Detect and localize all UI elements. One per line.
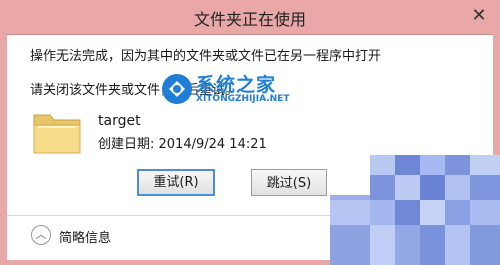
error-message: 操作无法完成，因为其中的文件夹或文件已在另一程序中打开 <box>30 49 382 64</box>
file-name: target <box>98 113 141 129</box>
file-created-date: 创建日期: 2014/9/24 14:21 <box>98 137 267 152</box>
watermark-site: XITONGZHIJIA.NET <box>196 94 290 104</box>
title-bar: 文件夹正在使用 ✕ <box>0 0 500 34</box>
dialog-title: 文件夹正在使用 <box>193 10 306 29</box>
watermark-brand: 系统之家 <box>196 74 277 96</box>
pixelated-corner-overlay <box>330 155 500 265</box>
watermark: 系统之家 XITONGZHIJIA.NET <box>160 70 310 112</box>
details-label[interactable]: 简略信息 <box>59 227 111 246</box>
retry-button[interactable]: 重试(R) <box>137 169 215 196</box>
file-info: target 创建日期: 2014/9/24 14:21 <box>30 103 330 163</box>
watermark-logo-icon <box>162 74 192 104</box>
close-button[interactable]: ✕ <box>466 4 492 28</box>
folder-icon <box>33 114 81 154</box>
chevron-up-icon[interactable]: ︿ <box>31 225 51 245</box>
file-in-use-dialog: 文件夹正在使用 ✕ 操作无法完成，因为其中的文件夹或文件已在另一程序中打开 请关… <box>0 0 500 265</box>
